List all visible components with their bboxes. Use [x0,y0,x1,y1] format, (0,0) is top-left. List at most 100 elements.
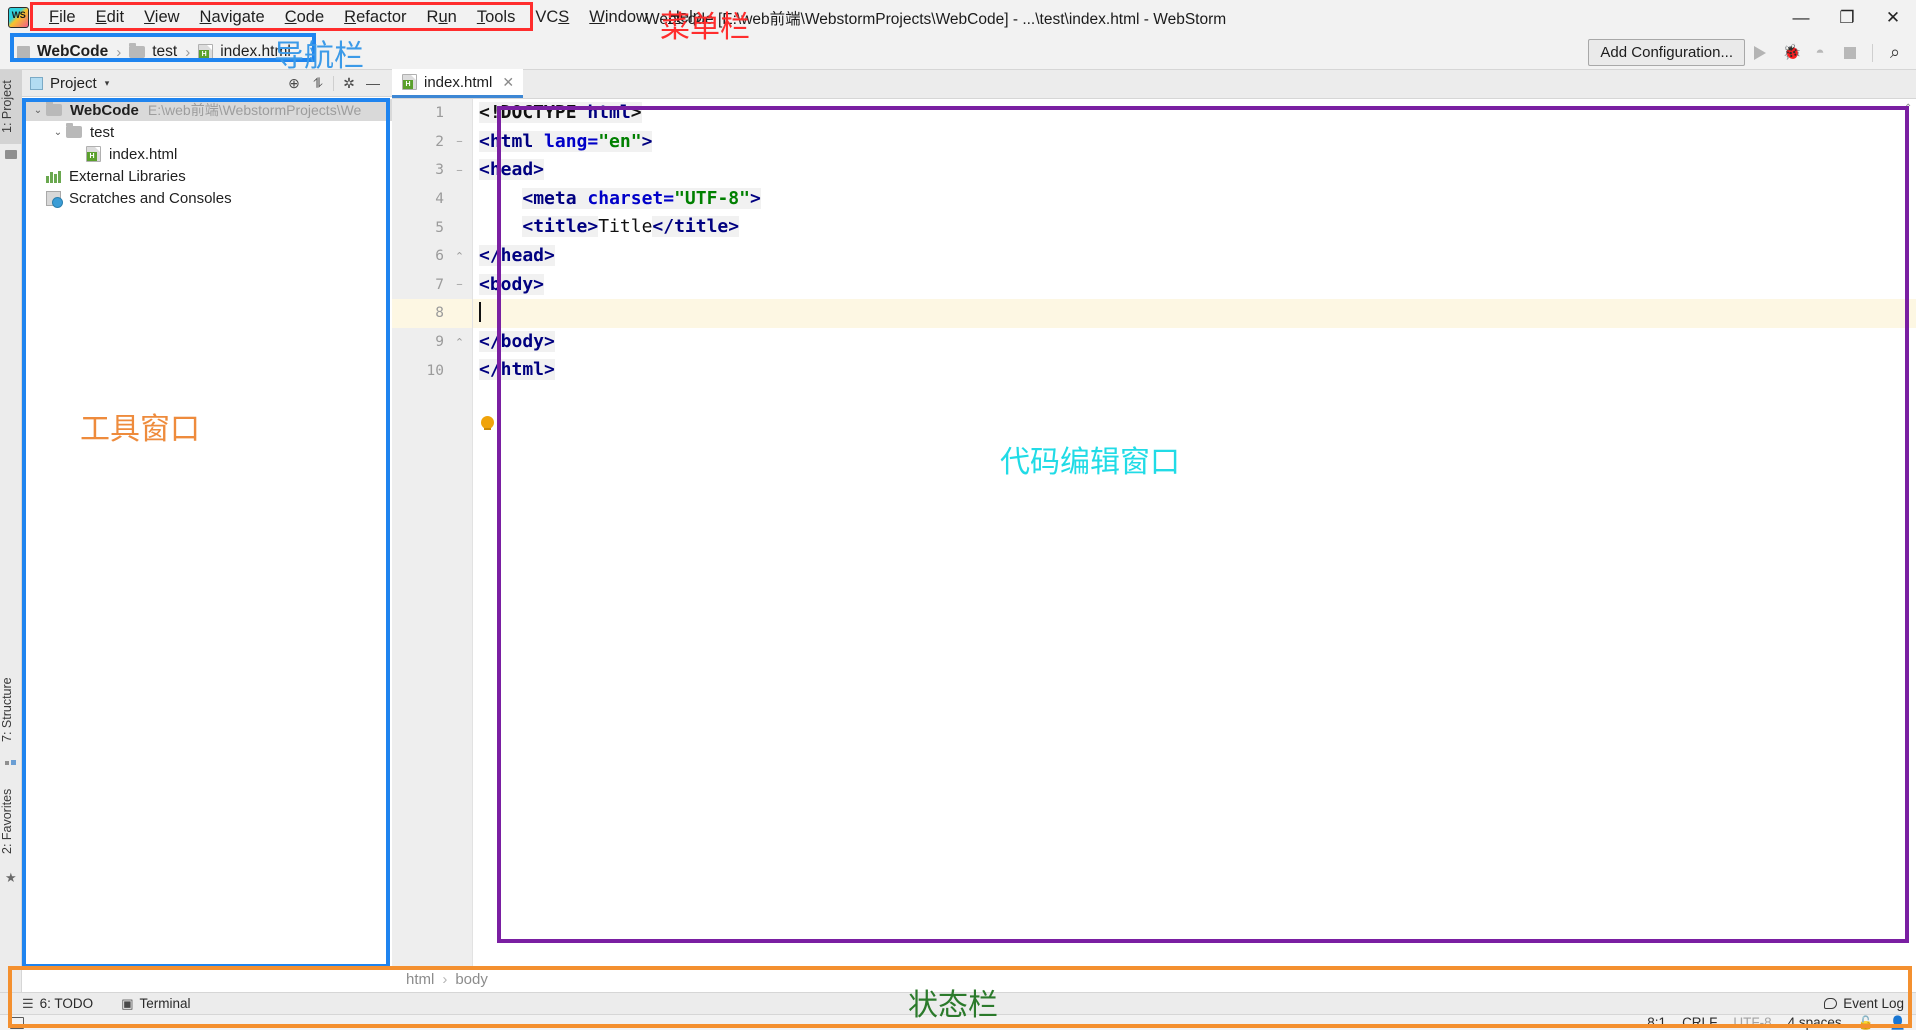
html-file-icon [402,74,417,90]
todo-list-icon: ☰ [22,995,34,1011]
menu-item-edit[interactable]: Edit [86,5,134,30]
line-number[interactable]: 5 [392,213,472,242]
statusbar-annotation: 状态栏 [908,988,998,1023]
chevron-down-icon[interactable]: ⌄ [50,127,66,138]
editor-area: index.html ✕ 1−2−345⌃6−78⌃910 <!DOCTYPE … [392,69,1916,992]
tree-node-index-html[interactable]: index.html [22,143,392,165]
menu-item-run[interactable]: Run [417,5,467,30]
sidebar-item-structure[interactable]: 7: Structure [0,666,22,754]
code-text[interactable]: <!DOCTYPE html> <html lang="en"> <head> <m… [473,99,1916,992]
code-line[interactable] [473,299,1916,328]
restore-button[interactable]: ❐ [1824,0,1870,35]
code-line[interactable]: <body> [473,271,1916,300]
caret-position[interactable]: 8:1 [1647,1015,1666,1030]
inspector-hat-icon[interactable]: 👤 [1890,1015,1906,1030]
code-line[interactable]: </head> [473,242,1916,271]
coverage-icon[interactable]: ◓ [1805,38,1835,68]
line-number[interactable]: 8 [392,299,472,328]
project-tree[interactable]: ⌄ WebCode E:\web前端\WebstormProjects\We ⌄ tes… [22,97,392,992]
close-icon[interactable]: ✕ [502,74,514,91]
stop-icon[interactable] [1835,38,1865,68]
code-line[interactable]: <meta charset="UTF-8"> [473,185,1916,214]
menu-item-refactor[interactable]: Refactor [334,5,416,30]
menu-item-navigate[interactable]: Navigate [190,5,275,30]
line-number[interactable]: 4 [392,185,472,214]
code-fold-icon[interactable]: − [453,164,466,177]
tree-node-webcode[interactable]: ⌄ WebCode E:\web前端\WebstormProjects\We [22,99,392,121]
event-log-button[interactable]: Event Log [1824,996,1904,1011]
toolbar-divider [1872,43,1873,62]
code-fold-icon[interactable]: − [453,136,466,149]
bottom-tab-terminal[interactable]: ▣ Terminal [121,996,190,1012]
left-tool-stripe: 1: Project 7: Structure 2: Favorites ★ [0,70,22,992]
tree-node-test[interactable]: ⌄ test [22,121,392,143]
scroll-up-marker-icon: ⌃ [1904,103,1913,114]
debug-icon[interactable]: 🐞 [1775,38,1805,68]
run-icon[interactable] [1745,38,1775,68]
code-line[interactable]: <head> [473,156,1916,185]
menu-item-tools[interactable]: Tools [467,5,526,30]
chevron-down-icon[interactable]: ▾ [105,78,110,89]
breadcrumb-label: WebCode [37,43,109,60]
file-encoding[interactable]: UTF-8 [1733,1015,1771,1030]
breadcrumb-separator: › [116,43,122,61]
code-line[interactable]: <html lang="en"> [473,128,1916,157]
indent-setting[interactable]: 4 spaces [1788,1015,1842,1030]
code-line[interactable]: <!DOCTYPE html> [473,99,1916,128]
chevron-down-icon[interactable]: ⌄ [30,105,46,116]
code-token: lang= [544,130,599,152]
sidebar-item-project[interactable]: 1: Project [0,70,22,144]
structure-icon [5,760,17,772]
menu-item-view[interactable]: View [134,5,189,30]
breadcrumb-item-test[interactable]: test [126,43,180,61]
editor-breadcrumb-item-html[interactable]: html [406,971,434,988]
sidebar-item-favorites[interactable]: 2: Favorites [0,776,22,866]
line-number-gutter[interactable]: 1−2−3 4 5 ⌃ 6−7 8 ⌃ 9 10 [392,99,473,992]
toggle-toolwindows-icon[interactable] [10,1016,24,1029]
breadcrumb-separator: › [185,43,191,61]
code-token: <html [479,130,545,152]
bottom-tab-todo[interactable]: ☰ 6: TODO [22,996,93,1012]
menu-item-file[interactable]: File [39,5,86,30]
breadcrumb-item-webcode[interactable]: WebCode [14,43,111,61]
breadcrumb-label: test [152,43,178,60]
menu-item-code[interactable]: Code [275,5,334,30]
event-log-label: Event Log [1843,996,1904,1011]
code-editor[interactable]: 1−2−3 4 5 ⌃ 6−7 8 ⌃ 9 10 <!DOCTYPE html> <html la… [392,99,1916,992]
editor-breadcrumb-item-body[interactable]: body [455,971,488,988]
module-icon [17,45,30,59]
code-token: Title [598,216,653,238]
intention-bulb-icon[interactable] [481,416,494,430]
editor-annotation: 代码编辑窗口 [1000,445,1180,480]
code-line[interactable]: </html> [473,356,1916,385]
code-token: </body> [479,330,555,352]
unlocked-padlock-icon[interactable]: 🔓 [1858,1015,1874,1030]
search-icon[interactable]: ⌕ [1880,38,1910,68]
code-token: <head> [479,159,545,181]
line-separator[interactable]: CRLF [1682,1015,1717,1030]
add-configuration-button[interactable]: Add Configuration... [1588,39,1745,66]
text-caret [479,302,481,323]
line-number[interactable]: 10 [392,356,472,385]
editor-tab-index-html[interactable]: index.html ✕ [392,69,524,98]
tree-node-scratches-and-consoles[interactable]: Scratches and Consoles [22,187,392,209]
editor-breadcrumb[interactable]: html › body [392,966,1916,992]
menu-item-vcs[interactable]: VCS [525,5,579,30]
hide-icon[interactable]: — [361,71,385,95]
code-line[interactable]: <title>Title</title> [473,213,1916,242]
tree-node-external-libraries[interactable]: External Libraries [22,165,392,187]
minimize-button[interactable]: — [1778,0,1824,35]
code-token: > [630,102,642,123]
code-line[interactable]: </body> [473,328,1916,357]
breadcrumb[interactable]: WebCode›test›index.html [14,39,294,65]
tree-node-label: External Libraries [69,167,186,185]
bottom-tab-terminal-label: Terminal [139,996,191,1011]
menu-bar[interactable]: File Edit View Navigate Code Refactor Run Tools… [39,0,712,35]
code-fold-icon[interactable]: ⌃ [453,336,466,349]
code-fold-icon[interactable]: − [453,279,466,292]
code-fold-icon[interactable]: ⌃ [453,250,466,263]
run-toolbar: Add Configuration... 🐞 ◓ ⌕ [1588,35,1910,70]
line-number[interactable]: 1 [392,99,472,128]
code-token: > [749,187,761,209]
close-button[interactable]: ✕ [1870,0,1916,35]
